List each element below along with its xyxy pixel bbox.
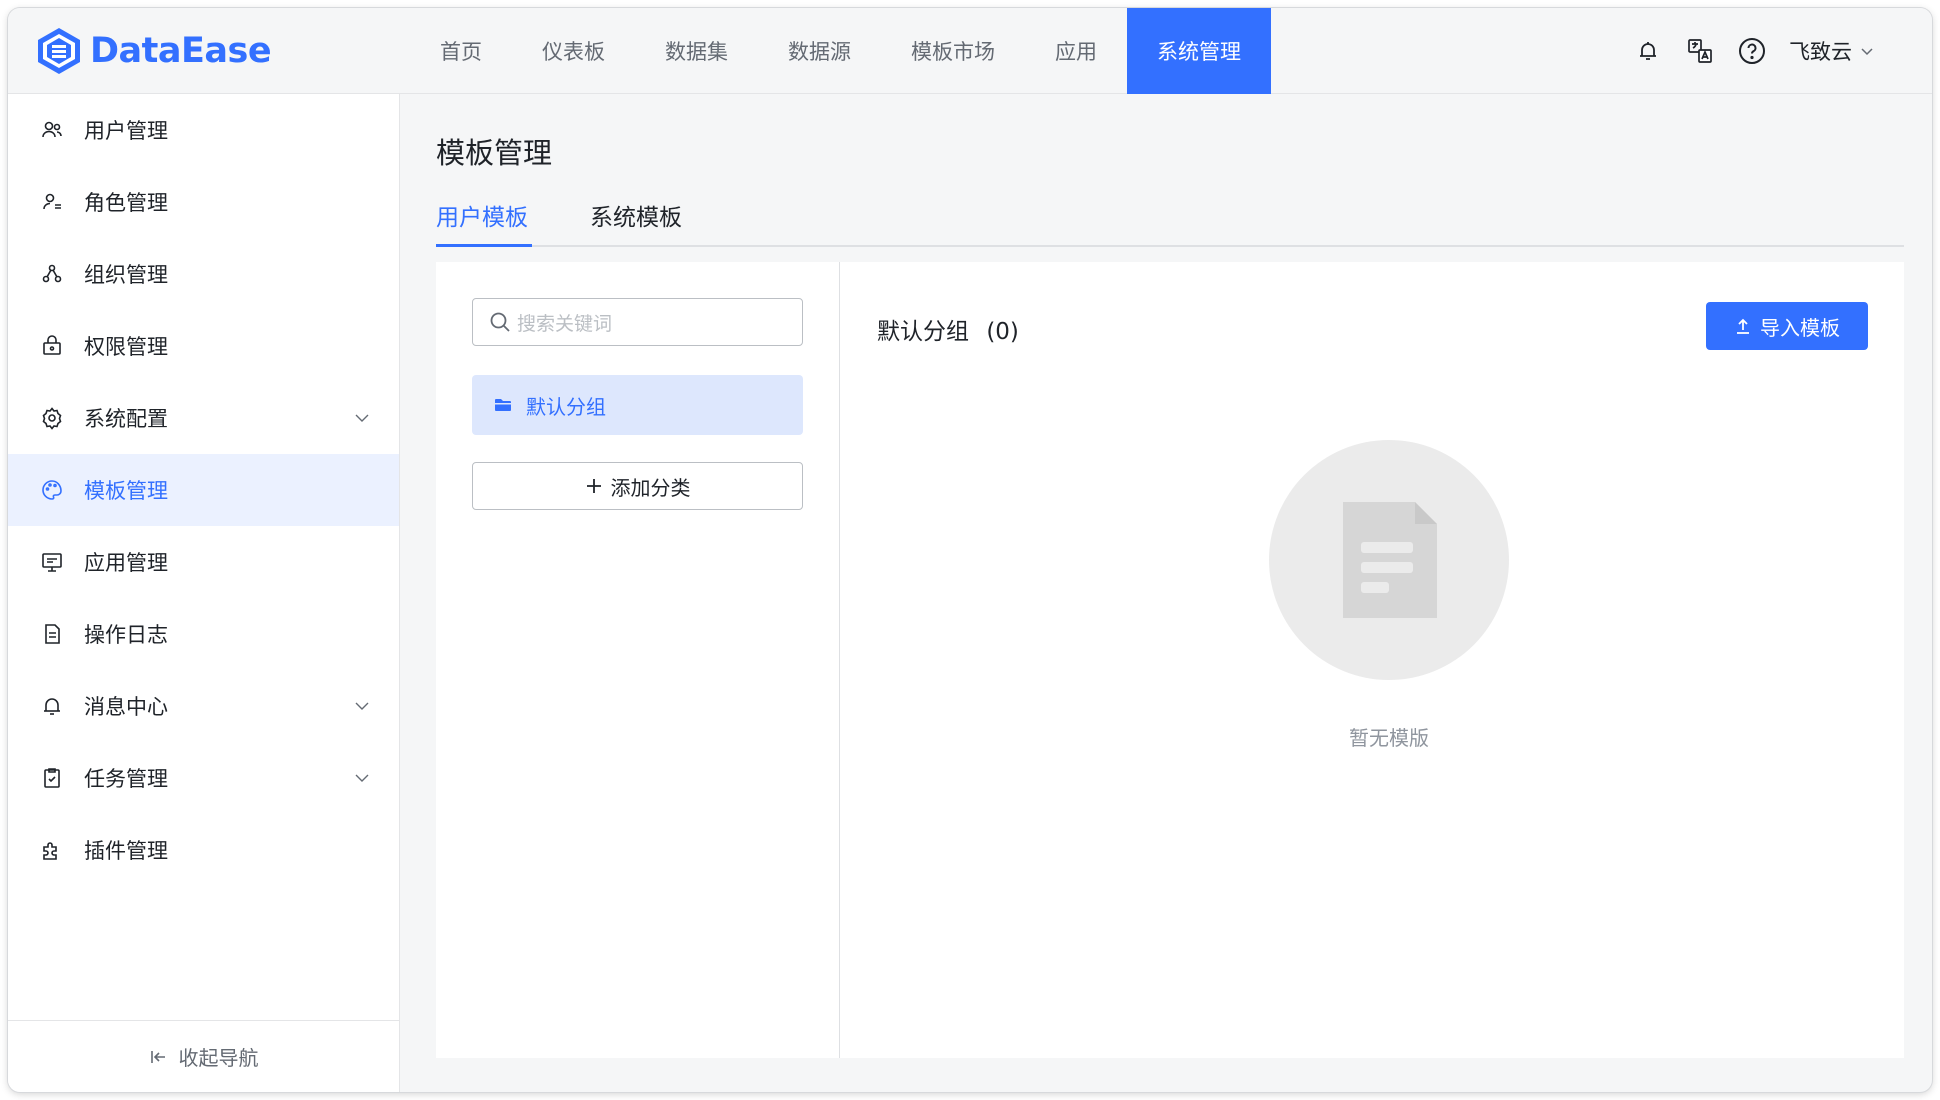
collapse-icon bbox=[150, 1050, 165, 1063]
sidebar-item-label: 任务管理 bbox=[84, 767, 168, 791]
sidebar-item-task-management[interactable]: 任务管理 bbox=[8, 742, 399, 814]
add-category-label: 添加分类 bbox=[610, 475, 691, 500]
sidebar: 用户管理 角色管理 组织管理 权限管理 系统配置 模板管理 应用管理 操作日志 … bbox=[8, 94, 400, 1092]
log-icon bbox=[45, 624, 60, 644]
folder-icon bbox=[495, 399, 511, 411]
sidebar-item-roles[interactable]: 角色管理 bbox=[8, 166, 399, 238]
palette-icon bbox=[42, 480, 62, 500]
chevron-down-icon bbox=[355, 414, 369, 422]
user-name: 飞致云 bbox=[1789, 40, 1852, 64]
template-panel: 搜索关键词 默认分组 添加分类 默认分组 (0) 导入模板 暂无模版 bbox=[436, 262, 1904, 1058]
sidebar-item-label: 角色管理 bbox=[84, 191, 168, 215]
empty-state-illustration bbox=[1269, 440, 1509, 680]
gear-icon bbox=[42, 407, 62, 430]
sidebar-item-permissions[interactable]: 权限管理 bbox=[8, 310, 399, 382]
collapse-nav-button[interactable]: 收起导航 bbox=[8, 1020, 399, 1092]
sidebar-item-label: 模板管理 bbox=[84, 479, 168, 503]
search-icon bbox=[490, 312, 510, 332]
current-group-title: 默认分组 (0) bbox=[877, 312, 1019, 346]
sidebar-item-template-management[interactable]: 模板管理 bbox=[8, 454, 399, 526]
upload-icon bbox=[1737, 318, 1749, 334]
topnav-item-home[interactable]: 首页 bbox=[410, 8, 512, 94]
category-label: 默认分组 bbox=[526, 394, 606, 419]
translate-icon[interactable] bbox=[1685, 36, 1715, 66]
role-icon bbox=[43, 193, 61, 210]
users-icon bbox=[42, 121, 62, 138]
topnav-item-datasource[interactable]: 数据源 bbox=[758, 8, 881, 94]
category-item-default[interactable]: 默认分组 bbox=[472, 375, 803, 435]
sidebar-item-label: 系统配置 bbox=[84, 407, 168, 431]
dataease-logo-icon bbox=[38, 28, 80, 74]
logo[interactable]: DataEase bbox=[36, 26, 272, 76]
topnav-item-dashboard[interactable]: 仪表板 bbox=[512, 8, 635, 94]
sidebar-item-message-center[interactable]: 消息中心 bbox=[8, 670, 399, 742]
search-input[interactable]: 搜索关键词 bbox=[472, 298, 803, 346]
plus-icon bbox=[586, 479, 601, 493]
chevron-down-icon bbox=[355, 702, 369, 710]
lock-icon bbox=[43, 335, 61, 355]
sidebar-item-label: 权限管理 bbox=[84, 335, 168, 359]
chevron-down-icon bbox=[1861, 48, 1873, 56]
app-icon bbox=[42, 553, 62, 572]
task-icon bbox=[44, 768, 60, 788]
top-right-tools: 飞致云 bbox=[1633, 8, 1932, 94]
sidebar-item-plugin-management[interactable]: 插件管理 bbox=[8, 814, 399, 886]
collapse-nav-label: 收起导航 bbox=[178, 1046, 259, 1070]
bell-icon[interactable] bbox=[1633, 36, 1663, 66]
chevron-down-icon bbox=[355, 774, 369, 782]
empty-state-text: 暂无模版 bbox=[1349, 726, 1429, 750]
app-window: DataEase 首页 仪表板 数据集 数据源 模板市场 应用 系统管理 飞致云… bbox=[8, 8, 1932, 1092]
tab-bar: 用户模板 系统模板 bbox=[436, 188, 1904, 247]
sidebar-item-label: 应用管理 bbox=[84, 551, 168, 575]
active-tab-indicator bbox=[436, 244, 532, 247]
sidebar-item-label: 组织管理 bbox=[84, 263, 168, 287]
bell-icon bbox=[44, 698, 60, 715]
topnav-item-system-management[interactable]: 系统管理 bbox=[1127, 8, 1271, 94]
tab-label: 系统模板 bbox=[590, 205, 682, 231]
topnav-item-template-market[interactable]: 模板市场 bbox=[881, 8, 1025, 94]
search-placeholder: 搜索关键词 bbox=[517, 312, 613, 335]
user-menu[interactable]: 飞致云 bbox=[1789, 36, 1874, 66]
document-icon bbox=[1343, 502, 1437, 618]
sidebar-item-users[interactable]: 用户管理 bbox=[8, 94, 399, 166]
sidebar-item-label: 消息中心 bbox=[84, 695, 168, 719]
add-category-button[interactable]: 添加分类 bbox=[472, 462, 803, 510]
sidebar-item-operation-log[interactable]: 操作日志 bbox=[8, 598, 399, 670]
sidebar-item-system-config[interactable]: 系统配置 bbox=[8, 382, 399, 454]
current-group-count: (0) bbox=[986, 319, 1019, 345]
help-icon[interactable] bbox=[1737, 36, 1767, 66]
topnav-item-dataset[interactable]: 数据集 bbox=[635, 8, 758, 94]
plugin-icon bbox=[43, 842, 57, 860]
sidebar-item-label: 操作日志 bbox=[84, 623, 168, 647]
top-nav: 首页 仪表板 数据集 数据源 模板市场 应用 系统管理 bbox=[410, 8, 1271, 94]
top-bar: DataEase 首页 仪表板 数据集 数据源 模板市场 应用 系统管理 飞致云 bbox=[8, 8, 1932, 94]
page-title: 模板管理 bbox=[436, 136, 553, 170]
logo-text: DataEase bbox=[90, 31, 272, 71]
org-icon bbox=[42, 264, 62, 283]
template-list-pane: 默认分组 (0) 导入模板 暂无模版 bbox=[841, 262, 1904, 1058]
category-pane: 搜索关键词 默认分组 添加分类 bbox=[436, 262, 840, 1058]
sidebar-item-organizations[interactable]: 组织管理 bbox=[8, 238, 399, 310]
tab-label: 用户模板 bbox=[436, 205, 528, 231]
sidebar-item-app-management[interactable]: 应用管理 bbox=[8, 526, 399, 598]
sidebar-item-label: 用户管理 bbox=[84, 119, 168, 143]
sidebar-item-label: 插件管理 bbox=[84, 839, 168, 863]
import-template-label: 导入模板 bbox=[1760, 315, 1840, 340]
current-group-name: 默认分组 bbox=[877, 319, 969, 345]
topnav-item-apps[interactable]: 应用 bbox=[1025, 8, 1127, 94]
import-template-button[interactable]: 导入模板 bbox=[1706, 302, 1868, 350]
tab-system-templates[interactable]: 系统模板 bbox=[590, 198, 682, 232]
tab-user-templates[interactable]: 用户模板 bbox=[436, 198, 528, 232]
